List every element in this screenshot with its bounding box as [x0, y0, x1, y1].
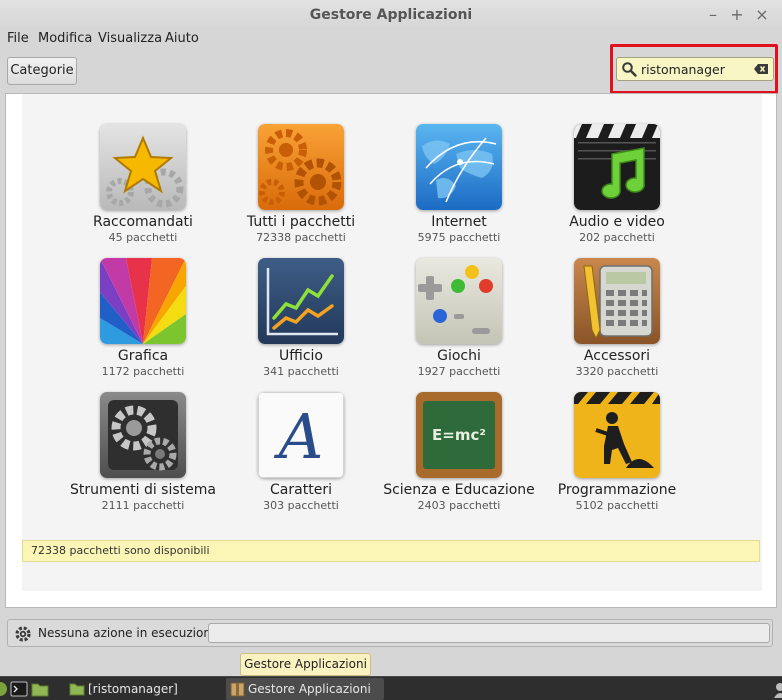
category-count: 2111 pacchetti [101, 499, 185, 512]
taskbar-item-app-manager[interactable]: Gestore Applicazioni [226, 678, 384, 700]
categories-button[interactable]: Categorie [7, 57, 77, 85]
category-count: 1172 pacchetti [101, 365, 185, 378]
search-input[interactable] [641, 60, 749, 78]
taskbar: [ristomanager] Gestore Applicazioni [0, 676, 782, 700]
category-count: 303 pacchetti [263, 499, 339, 512]
category-programmazione[interactable]: Programmazione 5102 pacchetti [538, 392, 696, 512]
menu-icon[interactable] [0, 680, 10, 698]
taskbar-label: Gestore Applicazioni [248, 682, 371, 696]
category-count: 341 pacchetti [263, 365, 339, 378]
category-name: Giochi [437, 348, 481, 364]
category-giochi[interactable]: Giochi 1927 pacchetti [380, 258, 538, 378]
category-name: Internet [431, 214, 487, 230]
taskbar-item-folder[interactable]: [ristomanager] [66, 678, 216, 700]
search-icon [622, 62, 637, 77]
category-count: 72338 pacchetti [256, 231, 346, 244]
category-audio-e-video[interactable]: Audio e video 202 pacchetti [538, 124, 696, 244]
category-caratteri[interactable]: A Caratteri 303 pacchetti [222, 392, 380, 512]
category-ufficio[interactable]: Ufficio 341 pacchetti [222, 258, 380, 378]
construction-icon [574, 392, 660, 478]
category-count: 3320 pacchetti [575, 365, 659, 378]
category-accessori[interactable]: Accessori 3320 pacchetti [538, 258, 696, 378]
font-icon: A [258, 392, 344, 478]
category-name: Strumenti di sistema [70, 482, 216, 498]
category-grafica[interactable]: Grafica 1172 pacchetti [64, 258, 222, 378]
category-count: 45 pacchetti [108, 231, 178, 244]
font-letter: A [274, 400, 324, 473]
category-strumenti-di-sistema[interactable]: Strumenti di sistema 2111 pacchetti [64, 392, 222, 512]
category-count: 2403 pacchetti [417, 499, 501, 512]
categories-grid: Raccomandati 45 pacchetti Tutti i pacche… [22, 94, 762, 591]
menu-view[interactable]: Visualizza [98, 31, 162, 46]
clapperboard-icon [574, 124, 660, 210]
menu-edit[interactable]: Modifica [38, 31, 92, 46]
category-name: Raccomandati [93, 214, 193, 230]
category-name: Programmazione [557, 482, 677, 498]
category-count: 1927 pacchetti [417, 365, 501, 378]
taskbar-label: [ristomanager] [88, 682, 178, 696]
tooltip: Gestore Applicazioni [240, 653, 371, 676]
calculator-icon [574, 258, 660, 344]
gears-icon [258, 124, 344, 210]
status-text: Nessuna azione in esecuzione [38, 626, 219, 640]
clear-search-icon[interactable] [753, 63, 769, 75]
category-raccomandati[interactable]: Raccomandati 45 pacchetti [64, 124, 222, 244]
title-bar[interactable]: Gestore Applicazioni – + × [0, 0, 782, 30]
app-window: Gestore Applicazioni – + × File Modifica… [0, 0, 782, 676]
chalkboard-icon: E=mc² [416, 392, 502, 478]
terminal-icon[interactable] [10, 680, 28, 698]
category-name: Audio e video [569, 214, 665, 230]
category-count: 202 pacchetti [579, 231, 655, 244]
progress-bar [208, 623, 770, 643]
category-scienza-e-educazione[interactable]: E=mc² Scienza e Educazione 2403 pacchett… [380, 392, 538, 512]
category-count: 5102 pacchetti [575, 499, 659, 512]
category-name: Scienza e Educazione [383, 482, 535, 498]
category-tutti-i-pacchetti[interactable]: Tutti i pacchetti 72338 pacchetti [222, 124, 380, 244]
package-icon [230, 682, 245, 697]
window-title: Gestore Applicazioni [309, 7, 473, 23]
chalk-formula: E=mc² [432, 426, 486, 444]
files-icon[interactable] [31, 680, 49, 698]
star-icon [100, 124, 186, 210]
search-box[interactable] [616, 57, 774, 81]
system-gears-icon [100, 392, 186, 478]
minimize-button[interactable]: – [703, 5, 723, 25]
category-name: Ufficio [279, 348, 323, 364]
chart-icon [258, 258, 344, 344]
category-count: 5975 pacchetti [417, 231, 501, 244]
menu-help[interactable]: Aiuto [165, 31, 199, 46]
menu-file[interactable]: File [7, 31, 29, 46]
category-name: Grafica [117, 348, 169, 364]
maximize-button[interactable]: + [727, 5, 747, 25]
category-name: Tutti i pacchetti [246, 214, 356, 230]
categories-panel: Raccomandati 45 pacchetti Tutti i pacche… [5, 93, 777, 608]
info-bar: 72338 pacchetti sono disponibili [22, 540, 760, 562]
category-name: Accessori [583, 348, 651, 364]
folder-icon [69, 683, 85, 696]
user-icon[interactable] [770, 680, 782, 698]
category-name: Caratteri [270, 482, 332, 498]
status-bar: Nessuna azione in esecuzione [7, 619, 773, 647]
gear-icon [15, 626, 31, 642]
globe-icon [416, 124, 502, 210]
color-wheel-icon [100, 258, 186, 344]
category-internet[interactable]: Internet 5975 pacchetti [380, 124, 538, 244]
close-button[interactable]: × [752, 5, 772, 25]
gamepad-icon [416, 258, 502, 344]
